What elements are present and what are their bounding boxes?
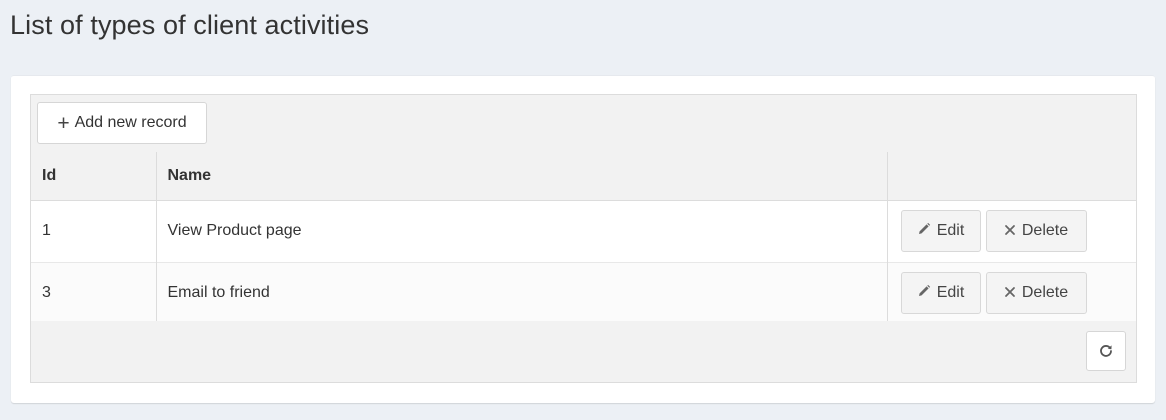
cell-actions: Edit Delete (887, 262, 1136, 324)
cell-name: View Product page (156, 200, 888, 262)
close-icon (1004, 223, 1016, 240)
delete-button[interactable]: Delete (985, 210, 1087, 252)
delete-label: Delete (1021, 284, 1069, 301)
content-card: + Add new record Id Name 1 View Product … (11, 75, 1155, 403)
refresh-icon (1098, 343, 1114, 359)
column-header-name[interactable]: Name (156, 152, 888, 201)
pencil-icon (917, 222, 931, 240)
grid-footer (31, 321, 1136, 382)
refresh-button[interactable] (1086, 331, 1126, 371)
page-title: List of types of client activities (10, 10, 370, 40)
table-row[interactable]: 1 View Product page Edit Delete (31, 200, 1136, 262)
table-row[interactable]: 3 Email to friend Edit Delete (31, 262, 1136, 324)
delete-button[interactable]: Delete (985, 272, 1087, 314)
edit-label: Edit (936, 222, 965, 239)
close-icon (1004, 285, 1016, 302)
cell-actions: Edit Delete (887, 200, 1136, 262)
column-header-actions (887, 152, 1136, 201)
edit-button[interactable]: Edit (900, 272, 981, 314)
grid-toolbar: + Add new record (31, 95, 1136, 153)
pencil-icon (917, 284, 931, 302)
cell-name: Email to friend (156, 262, 888, 324)
plus-icon: + (57, 111, 70, 135)
delete-label: Delete (1021, 222, 1069, 239)
table-header-row: Id Name (31, 152, 1136, 201)
cell-id: 3 (31, 262, 157, 324)
records-table: Id Name 1 View Product page Edit Delete … (31, 152, 1136, 325)
edit-label: Edit (936, 284, 965, 301)
add-new-record-button[interactable]: + Add new record (37, 102, 207, 144)
cell-id: 1 (31, 200, 157, 262)
data-grid: + Add new record Id Name 1 View Product … (30, 94, 1137, 383)
column-header-id[interactable]: Id (31, 152, 157, 201)
edit-button[interactable]: Edit (900, 210, 981, 252)
add-new-record-label: Add new record (74, 114, 187, 131)
